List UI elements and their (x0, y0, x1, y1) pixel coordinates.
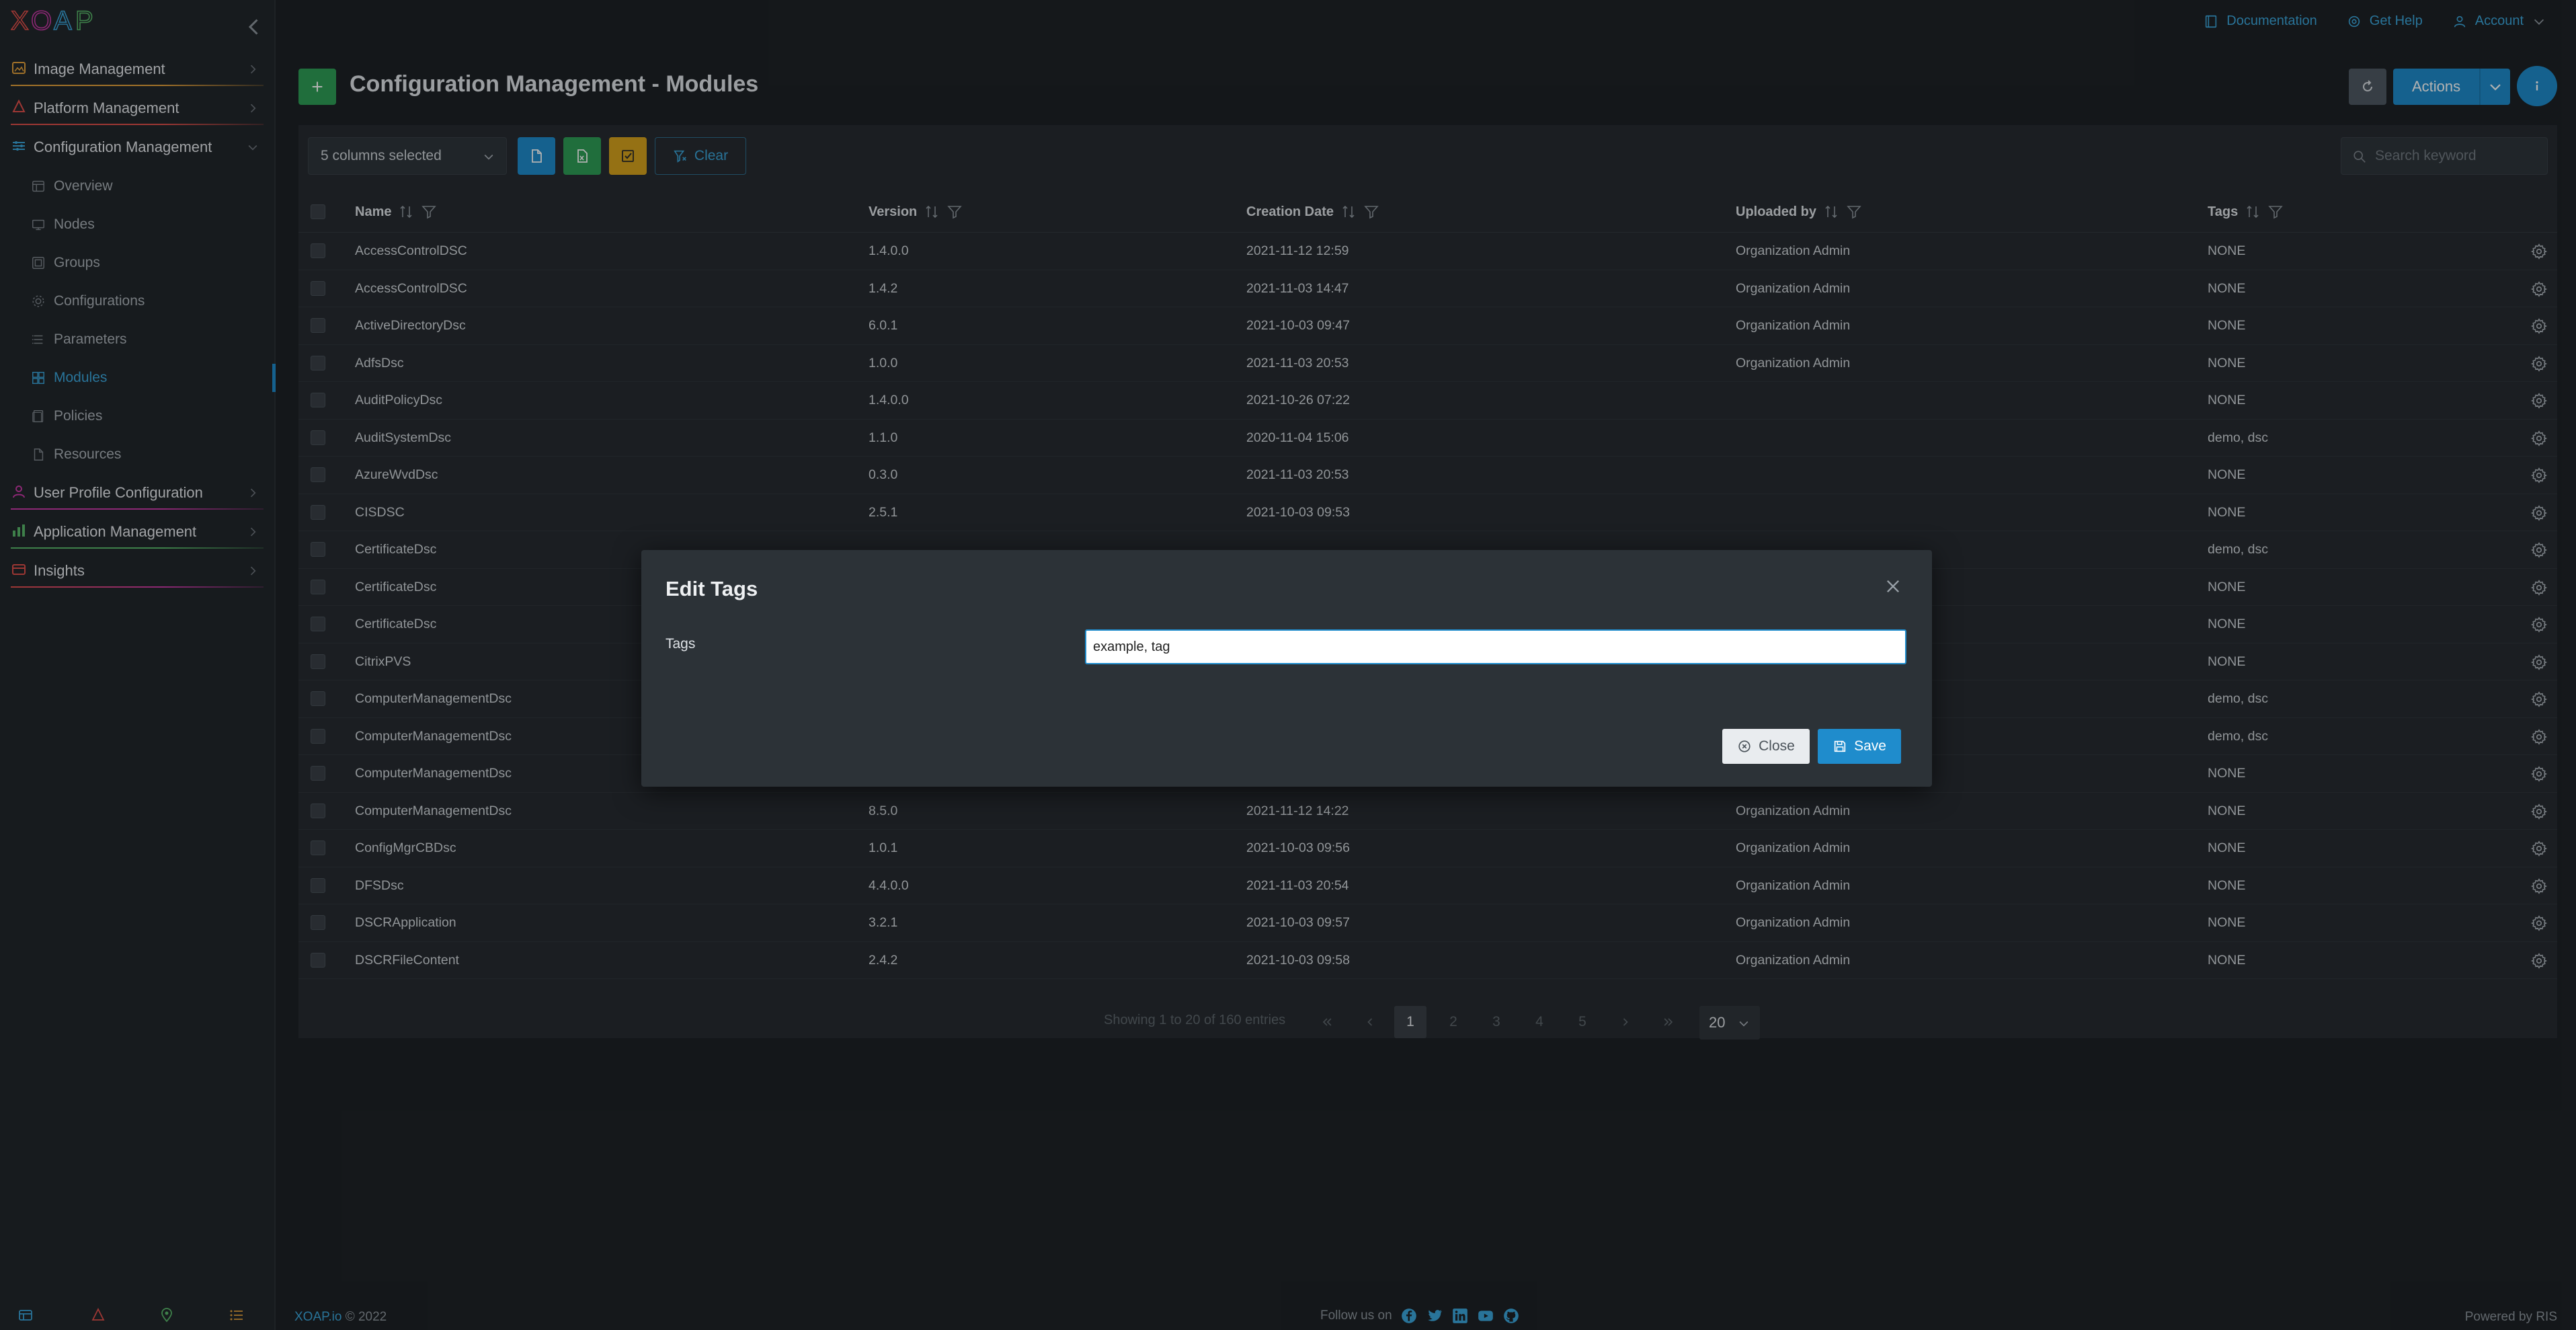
edit-tags-dialog: Edit Tags Tags Close Save (641, 550, 1932, 787)
dialog-title: Edit Tags (666, 577, 758, 600)
tags-input[interactable] (1085, 629, 1906, 664)
close-icon[interactable] (1884, 577, 1902, 596)
save-button[interactable]: Save (1818, 729, 1901, 764)
save-button-label: Save (1854, 738, 1886, 754)
close-button[interactable]: Close (1722, 729, 1810, 764)
save-icon (1834, 740, 1846, 752)
close-button-label: Close (1759, 738, 1795, 754)
close-circle-icon (1738, 740, 1750, 752)
tags-label: Tags (666, 636, 696, 652)
